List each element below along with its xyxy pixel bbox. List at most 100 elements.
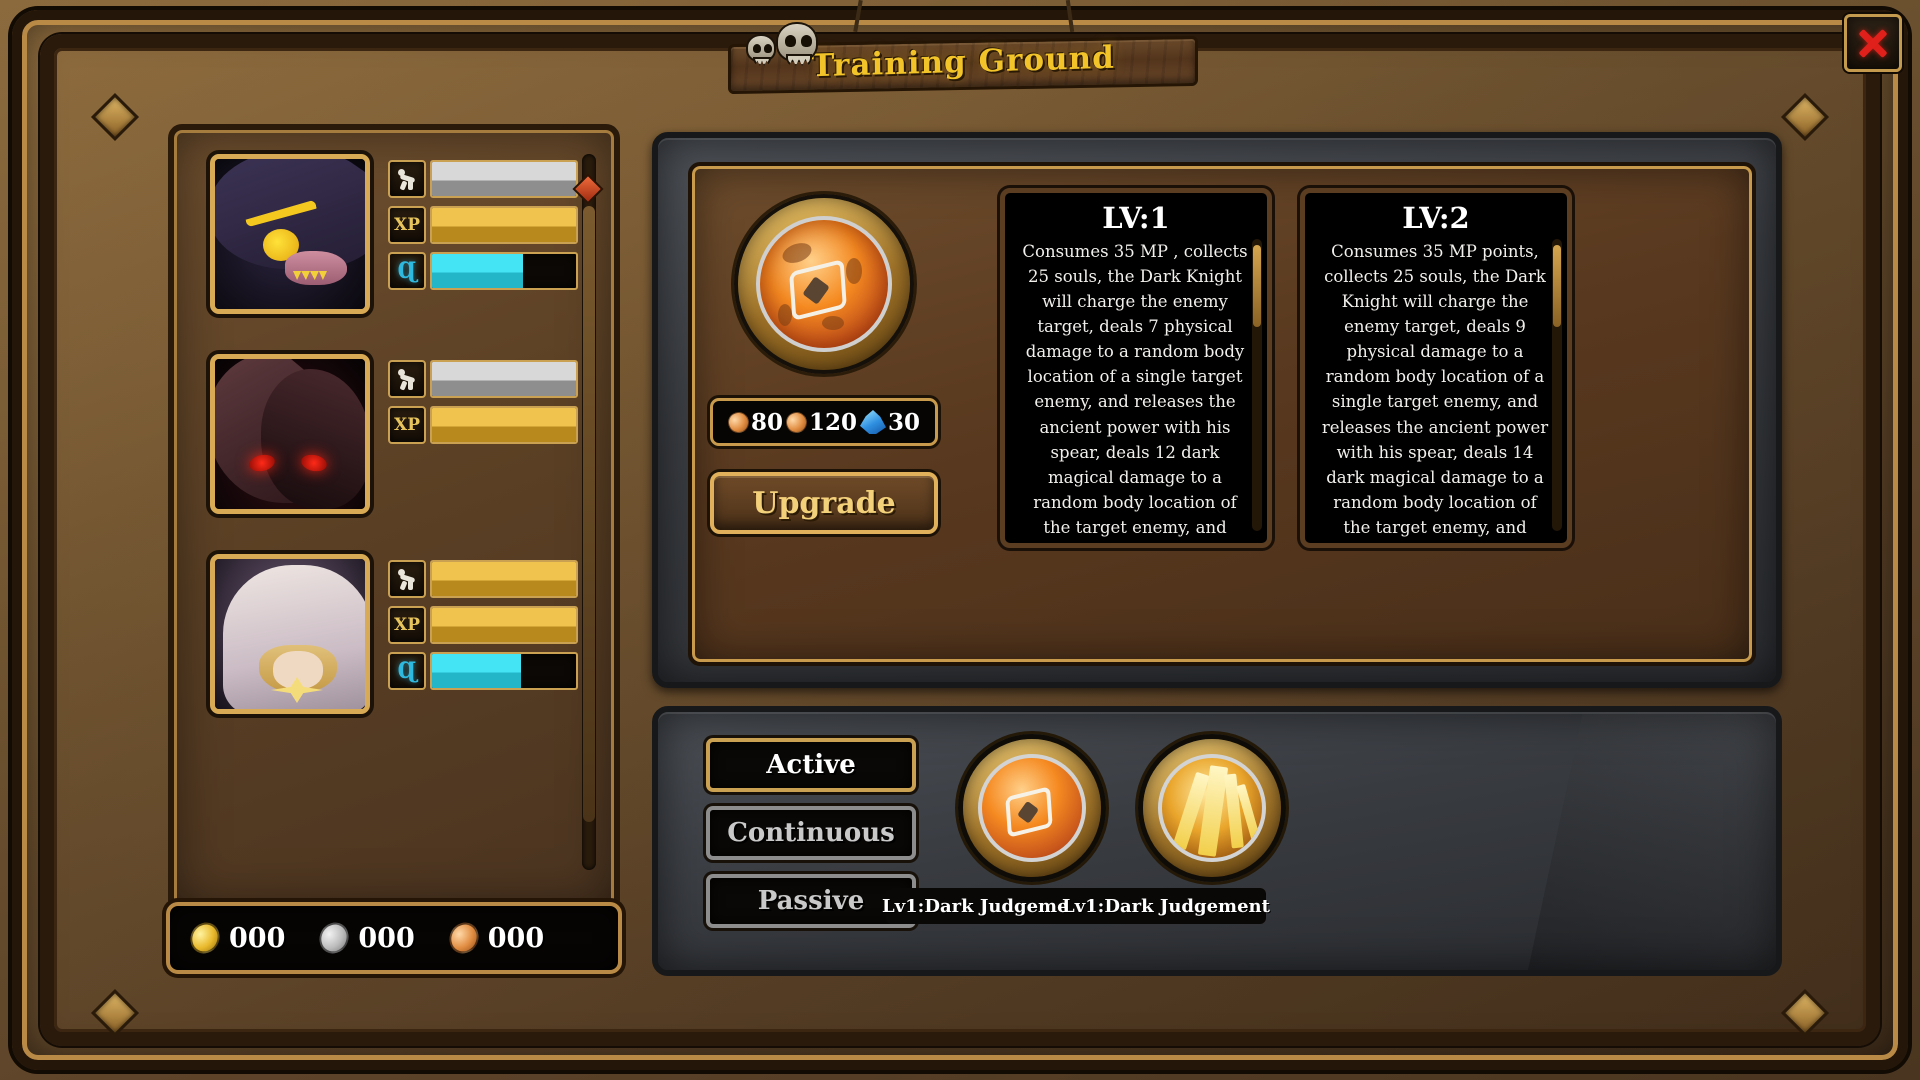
title-banner: Training Ground bbox=[728, 0, 1198, 95]
skill-orb bbox=[756, 216, 892, 352]
stat-row-mp: Ɋ bbox=[388, 252, 578, 290]
scrollbar-thumb[interactable] bbox=[583, 206, 595, 822]
level-card-2: LV:2 Consumes 35 MP points, collects 25 … bbox=[1300, 188, 1572, 548]
hero-card[interactable]: XP Ɋ bbox=[210, 154, 580, 326]
dark-judgement-icon[interactable] bbox=[734, 194, 914, 374]
hp-icon bbox=[388, 360, 426, 398]
stat-bar-hp bbox=[430, 160, 578, 198]
rope-left bbox=[853, 0, 863, 33]
wraith-portrait bbox=[215, 159, 365, 309]
hero-list[interactable]: XP Ɋ XP XP Ɋ bbox=[186, 142, 604, 894]
priest-portrait bbox=[215, 559, 365, 709]
hero-stats: XP Ɋ bbox=[388, 160, 578, 298]
upgrade-cost-box: 80 120 30 bbox=[710, 398, 938, 446]
skill-detail-panel: 80 120 30 Upgrade LV:1 Consumes 35 MP , … bbox=[652, 132, 1782, 688]
hp-icon bbox=[388, 160, 426, 198]
stat-row-xp: XP bbox=[388, 206, 578, 244]
gold-amount: 000 bbox=[229, 922, 286, 954]
currency-bronze: 000 bbox=[446, 918, 545, 958]
currency-bar: 000 000 000 bbox=[166, 902, 622, 974]
hero-list-scrollbar[interactable] bbox=[572, 154, 604, 870]
skill-2-name: Lv1:Dark Judgement bbox=[1062, 888, 1270, 924]
skill-slot-2[interactable] bbox=[1138, 734, 1286, 882]
hp-icon bbox=[388, 560, 426, 598]
light-judgement-icon bbox=[1158, 754, 1266, 862]
bronze-amount: 000 bbox=[487, 922, 545, 954]
cost-value-1: 80 bbox=[750, 408, 783, 436]
corner-ornament-top-left bbox=[90, 92, 140, 142]
rope-right bbox=[1065, 0, 1075, 33]
stat-row-hp bbox=[388, 160, 578, 198]
stat-bar-hp bbox=[430, 560, 578, 598]
tab-active[interactable]: Active bbox=[706, 738, 916, 792]
scrollbar-thumb[interactable] bbox=[1553, 245, 1561, 327]
skill-1-name: Lv1:Dark Judgement bbox=[882, 888, 1090, 924]
stat-bar-hp bbox=[430, 360, 578, 398]
silver-amount: 000 bbox=[358, 922, 415, 954]
close-icon bbox=[1856, 26, 1890, 60]
scrollbar-thumb[interactable] bbox=[1253, 245, 1261, 327]
stat-row-hp bbox=[388, 560, 578, 598]
skill-slot-1[interactable] bbox=[958, 734, 1106, 882]
tab-passive-label: Passive bbox=[757, 886, 865, 916]
skill-detail-inner: 80 120 30 Upgrade LV:1 Consumes 35 MP , … bbox=[688, 162, 1756, 666]
level-2-scrollbar[interactable] bbox=[1552, 239, 1562, 531]
skull-icon-large bbox=[776, 22, 818, 66]
mp-icon: Ɋ bbox=[388, 252, 426, 290]
stat-row-mp: Ɋ bbox=[388, 652, 578, 690]
corner-ornament-bottom-right bbox=[1780, 988, 1830, 1038]
bronze-coin-icon bbox=[725, 408, 752, 436]
hero-stats: XP bbox=[388, 360, 578, 452]
stat-row-hp bbox=[388, 360, 578, 398]
upgrade-button[interactable]: Upgrade bbox=[710, 472, 938, 534]
skill-slot-ring bbox=[1138, 734, 1286, 882]
tab-active-label: Active bbox=[766, 750, 856, 780]
level-card-1: LV:1 Consumes 35 MP , collects 25 souls,… bbox=[1000, 188, 1272, 548]
currency-gold: 000 bbox=[187, 918, 286, 958]
level-2-title: LV:2 bbox=[1402, 201, 1470, 235]
level-2-description: Consumes 35 MP points, collects 25 souls… bbox=[1321, 242, 1549, 543]
corner-ornament-top-right bbox=[1780, 92, 1830, 142]
stat-bar-xp bbox=[430, 206, 578, 244]
silver-coin-icon bbox=[316, 918, 352, 958]
cost-bronze-1: 80 bbox=[725, 408, 783, 436]
cost-bronze-2: 120 bbox=[783, 408, 857, 436]
dark-judgement-icon bbox=[978, 754, 1086, 862]
xp-icon: XP bbox=[388, 206, 426, 244]
stat-bar-xp bbox=[430, 606, 578, 644]
hero-portrait[interactable] bbox=[210, 554, 370, 714]
currency-silver: 000 bbox=[316, 918, 415, 958]
hero-card[interactable]: XP bbox=[210, 354, 580, 526]
bronze-coin-icon bbox=[446, 918, 482, 958]
stat-bar-mp bbox=[430, 652, 578, 690]
upgrade-button-label: Upgrade bbox=[752, 485, 896, 521]
tab-continuous[interactable]: Continuous bbox=[706, 806, 916, 860]
rune-glyph-icon bbox=[789, 258, 847, 322]
cost-value-3: 30 bbox=[888, 408, 921, 436]
hero-card[interactable]: XP Ɋ bbox=[210, 554, 580, 726]
close-button[interactable] bbox=[1844, 14, 1902, 72]
xp-icon: XP bbox=[388, 606, 426, 644]
level-1-title: LV:1 bbox=[1102, 201, 1170, 235]
hero-portrait[interactable] bbox=[210, 354, 370, 514]
xp-icon: XP bbox=[388, 406, 426, 444]
mp-icon: Ɋ bbox=[388, 652, 426, 690]
hero-portrait[interactable] bbox=[210, 154, 370, 314]
corner-ornament-bottom-left bbox=[90, 988, 140, 1038]
cost-value-2: 120 bbox=[808, 408, 857, 436]
stat-bar-mp bbox=[430, 252, 578, 290]
beast-portrait bbox=[215, 359, 365, 509]
stat-row-xp: XP bbox=[388, 606, 578, 644]
stat-row-xp: XP bbox=[388, 406, 578, 444]
skill-slot-ring bbox=[958, 734, 1106, 882]
tab-continuous-label: Continuous bbox=[727, 818, 895, 848]
skull-icon-small bbox=[746, 34, 776, 66]
skill-bar-panel: Active Continuous Passive Lv1:Dark Judge… bbox=[652, 706, 1782, 976]
hero-roster-panel: XP Ɋ XP XP Ɋ bbox=[168, 124, 620, 914]
game-window: Training Ground XP Ɋ XP XP Ɋ 000 000 000… bbox=[0, 0, 1920, 1080]
stat-bar-xp bbox=[430, 406, 578, 444]
gold-coin-icon bbox=[187, 918, 223, 958]
level-1-scrollbar[interactable] bbox=[1252, 239, 1262, 531]
hero-stats: XP Ɋ bbox=[388, 560, 578, 698]
crystal-gem-icon bbox=[860, 410, 886, 434]
